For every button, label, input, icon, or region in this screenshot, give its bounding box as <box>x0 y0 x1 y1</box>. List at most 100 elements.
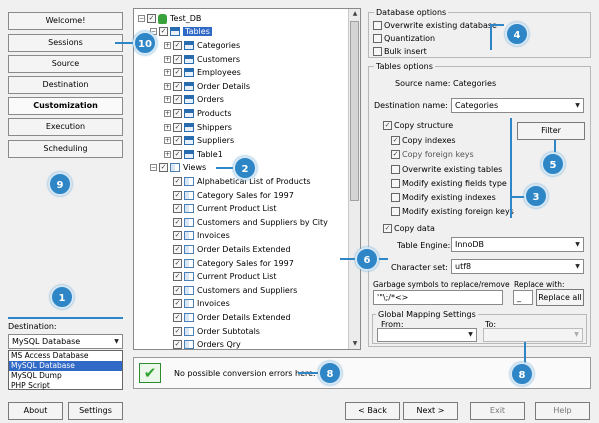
view-item[interactable]: ✓ Invoices <box>164 297 230 310</box>
checkbox[interactable]: ✓ <box>159 27 168 36</box>
checkbox[interactable]: ✓ <box>173 245 182 254</box>
filter-button[interactable]: Filter <box>517 122 585 140</box>
chevron-down-icon[interactable]: ▼ <box>572 260 583 273</box>
scrollbar-thumb[interactable] <box>350 21 359 201</box>
expand-icon[interactable]: + <box>164 110 171 117</box>
view-item[interactable]: ✓ Category Sales for 1997 <box>164 257 294 270</box>
mapping-to-select[interactable]: ▼ <box>483 328 583 342</box>
checkbox[interactable]: ✓ <box>173 41 182 50</box>
checkbox[interactable]: ✓ <box>173 54 182 64</box>
view-item[interactable]: ✓ Customers and Suppliers by City <box>164 216 328 229</box>
table-item[interactable]: + ✓ Shippers <box>164 121 232 134</box>
bulk-insert-option[interactable]: Bulk insert <box>373 46 427 58</box>
view-item[interactable]: ✓ Order Details Extended <box>164 311 291 324</box>
tree-tables-node[interactable]: − ✓ Tables <box>150 25 212 38</box>
checkbox[interactable]: ✓ <box>383 121 392 130</box>
checkbox[interactable] <box>373 21 382 30</box>
scroll-down-icon[interactable]: ▼ <box>350 339 360 349</box>
table-item[interactable]: + ✓ Products <box>164 107 232 120</box>
replace-with-input[interactable]: _ <box>513 290 533 305</box>
next-button[interactable]: Next > <box>403 402 458 420</box>
checkbox[interactable]: ✓ <box>159 163 168 172</box>
nav-destination[interactable]: Destination <box>8 76 123 94</box>
view-item[interactable]: ✓ Orders Qry <box>164 338 241 349</box>
chevron-down-icon[interactable]: ▼ <box>465 329 476 341</box>
dropdown-option[interactable]: MySQL Dump <box>9 371 122 381</box>
expand-icon[interactable]: + <box>164 69 171 77</box>
chevron-down-icon[interactable]: ▼ <box>572 238 583 251</box>
expand-icon[interactable]: + <box>164 82 171 90</box>
copy-indexes-option[interactable]: ✓ Copy indexes <box>391 135 456 147</box>
checkbox[interactable]: ✓ <box>173 149 182 159</box>
checkbox[interactable]: ✓ <box>173 190 182 200</box>
checkbox[interactable]: ✓ <box>173 326 182 336</box>
table-item[interactable]: + ✓ Customers <box>164 53 240 66</box>
copy-data-option[interactable]: ✓ Copy data <box>383 223 435 235</box>
back-button[interactable]: < Back <box>345 402 400 420</box>
scroll-up-icon[interactable]: ▲ <box>350 9 360 19</box>
checkbox[interactable]: ✓ <box>173 217 182 227</box>
tree-scrollbar[interactable]: ▲ ▼ <box>348 9 360 349</box>
checkbox[interactable]: ✓ <box>173 258 182 268</box>
copy-structure-option[interactable]: ✓ Copy structure <box>383 120 453 132</box>
checkbox[interactable]: ✓ <box>383 224 392 233</box>
checkbox[interactable]: ✓ <box>173 340 182 349</box>
checkbox[interactable] <box>373 34 382 43</box>
checkbox[interactable]: ✓ <box>173 285 182 295</box>
nav-source[interactable]: Source <box>8 55 123 73</box>
table-item[interactable]: + ✓ Order Details <box>164 80 250 93</box>
checkbox[interactable]: ✓ <box>173 313 182 322</box>
view-item[interactable]: ✓ Category Sales for 1997 <box>164 189 294 202</box>
expand-icon[interactable]: + <box>164 137 171 145</box>
destination-name-select[interactable]: Categories ▼ <box>451 98 584 113</box>
replace-all-button[interactable]: Replace all <box>536 289 584 306</box>
table-engine-select[interactable]: InnoDB ▼ <box>451 237 584 252</box>
quantization-option[interactable]: Quantization <box>373 33 435 45</box>
checkbox[interactable]: ✓ <box>173 272 182 282</box>
checkbox[interactable]: ✓ <box>173 109 182 118</box>
collapse-icon[interactable]: − <box>138 15 145 22</box>
overwrite-tables-option[interactable]: Overwrite existing tables <box>391 164 502 176</box>
table-item[interactable]: + ✓ Suppliers <box>164 134 234 147</box>
checkbox[interactable]: ✓ <box>173 204 182 214</box>
checkbox[interactable] <box>391 207 400 216</box>
nav-customization[interactable]: Customization <box>8 97 123 115</box>
view-item[interactable]: ✓ Invoices <box>164 229 230 242</box>
checkbox[interactable]: ✓ <box>173 95 182 105</box>
checkbox[interactable] <box>373 47 382 56</box>
checkbox[interactable]: ✓ <box>391 136 400 145</box>
help-button[interactable]: Help <box>535 402 590 420</box>
view-item[interactable]: ✓ Current Product List <box>164 270 277 283</box>
chevron-down-icon[interactable]: ▼ <box>571 329 582 341</box>
about-button[interactable]: About <box>8 402 63 420</box>
view-item[interactable]: ✓ Order Details Extended <box>164 243 291 256</box>
table-item[interactable]: + ✓ Orders <box>164 93 224 106</box>
checkbox[interactable]: ✓ <box>173 68 182 78</box>
checkbox[interactable]: ✓ <box>147 14 156 23</box>
checkbox[interactable]: ✓ <box>173 81 182 91</box>
nav-execution[interactable]: Execution <box>8 118 123 136</box>
dropdown-option[interactable]: MS Access Database <box>9 351 122 361</box>
nav-scheduling[interactable]: Scheduling <box>8 140 123 158</box>
view-item[interactable]: ✓ Current Product List <box>164 202 277 215</box>
chevron-down-icon[interactable]: ▼ <box>111 335 122 348</box>
overwrite-db-option[interactable]: Overwrite existing database <box>373 20 497 32</box>
checkbox[interactable] <box>391 179 400 188</box>
expand-icon[interactable]: + <box>164 96 171 104</box>
checkbox[interactable]: ✓ <box>173 299 182 309</box>
settings-button[interactable]: Settings <box>68 402 123 420</box>
character-set-select[interactable]: utf8 ▼ <box>451 259 584 274</box>
dropdown-option[interactable]: PHP Script <box>9 381 122 391</box>
checkbox[interactable]: ✓ <box>173 136 182 146</box>
dropdown-option-selected[interactable]: MySQL Database <box>9 361 122 371</box>
modify-fields-type-option[interactable]: Modify existing fields type <box>391 178 507 190</box>
expand-icon[interactable]: + <box>164 55 171 63</box>
table-item[interactable]: + ✓ Table1 <box>164 148 223 161</box>
tree-root[interactable]: − ✓ Test_DB <box>138 12 201 25</box>
expand-icon[interactable]: + <box>164 42 171 49</box>
garbage-input[interactable]: '"\;/*<> <box>373 290 503 305</box>
destination-select[interactable]: MySQL Database ▼ <box>8 334 123 349</box>
exit-button[interactable]: Exit <box>470 402 525 420</box>
nav-welcome[interactable]: Welcome! <box>8 12 123 30</box>
modify-foreign-keys-option[interactable]: Modify existing foreign keys <box>391 206 514 218</box>
